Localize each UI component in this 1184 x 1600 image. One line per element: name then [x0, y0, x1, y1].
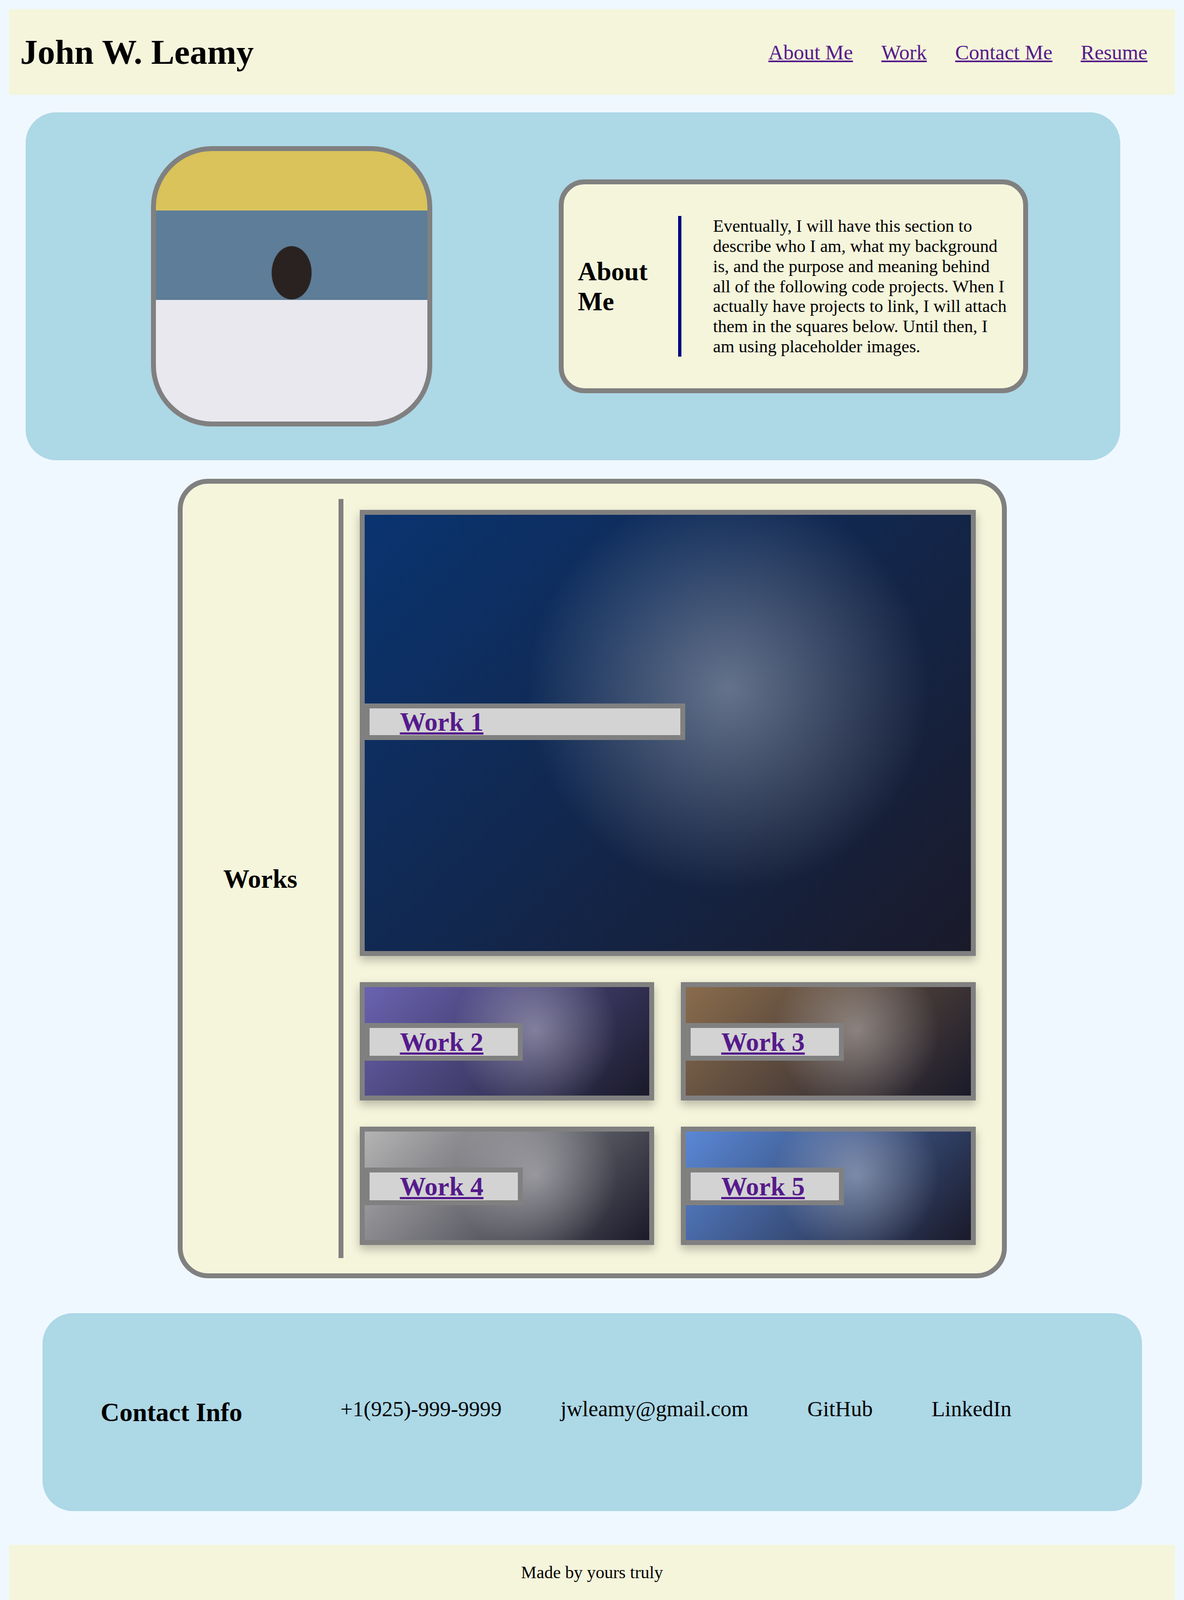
works-section: Works Work 1 Work 2 Work 3 Work 4 Work 5	[177, 478, 1007, 1278]
nav-link[interactable]: Contact Me	[955, 40, 1053, 65]
about-heading: About Me	[577, 256, 679, 317]
work-label: Work 3	[685, 1022, 844, 1061]
footer-text: Made by yours truly	[521, 1561, 663, 1582]
footer: Made by yours truly	[9, 1544, 1175, 1600]
work-label: Work 1	[364, 703, 686, 740]
work-link[interactable]: Work 2	[400, 1028, 484, 1055]
work-label: Work 4	[364, 1167, 523, 1205]
header: John W. Leamy About Me Work Contact Me Resu…	[9, 9, 1175, 95]
work-link[interactable]: Work 1	[400, 708, 484, 735]
work-card[interactable]: Work 3	[680, 981, 976, 1101]
divider	[678, 215, 682, 357]
about-section: About Me Eventually, I will have this se…	[25, 112, 1121, 461]
work-link[interactable]: Work 3	[721, 1028, 805, 1055]
site-title: John W. Leamy	[20, 32, 255, 73]
contact-item[interactable]: GitHub	[807, 1395, 873, 1422]
contact-heading: Contact Info	[100, 1396, 243, 1427]
works-side: Works	[182, 498, 339, 1258]
work-card[interactable]: Work 1	[359, 509, 976, 956]
contact-item[interactable]: jwleamy@gmail.com	[560, 1395, 749, 1422]
nav: About Me Work Contact Me Resume	[768, 40, 1148, 65]
works-heading: Works	[222, 863, 298, 894]
nav-link[interactable]: Work	[881, 40, 927, 65]
about-text: Eventually, I will have this section to …	[713, 215, 1008, 357]
contact-item[interactable]: LinkedIn	[931, 1395, 1012, 1422]
about-card: About Me Eventually, I will have this se…	[558, 179, 1029, 394]
page: John W. Leamy About Me Work Contact Me Resu…	[0, 0, 1184, 1600]
nav-link[interactable]: Resume	[1080, 40, 1148, 65]
work-card[interactable]: Work 4	[359, 1126, 655, 1245]
profile-photo	[150, 146, 433, 427]
work-card[interactable]: Work 5	[680, 1126, 976, 1245]
divider	[338, 498, 344, 1258]
work-link[interactable]: Work 4	[400, 1173, 484, 1200]
work-link[interactable]: Work 5	[721, 1173, 805, 1200]
work-card[interactable]: Work 2	[359, 981, 655, 1101]
contact-section: Contact Info +1(925)-999-9999 jwleamy@gma…	[42, 1312, 1143, 1511]
works-grid: Work 1 Work 2 Work 3 Work 4 Work 5	[359, 498, 976, 1258]
work-label: Work 5	[685, 1167, 844, 1205]
work-label: Work 2	[364, 1022, 523, 1061]
contact-item[interactable]: +1(925)-999-9999	[340, 1395, 503, 1422]
nav-link[interactable]: About Me	[768, 40, 854, 65]
contact-list: +1(925)-999-9999 jwleamy@gmail.com GitHub L…	[340, 1395, 1012, 1422]
